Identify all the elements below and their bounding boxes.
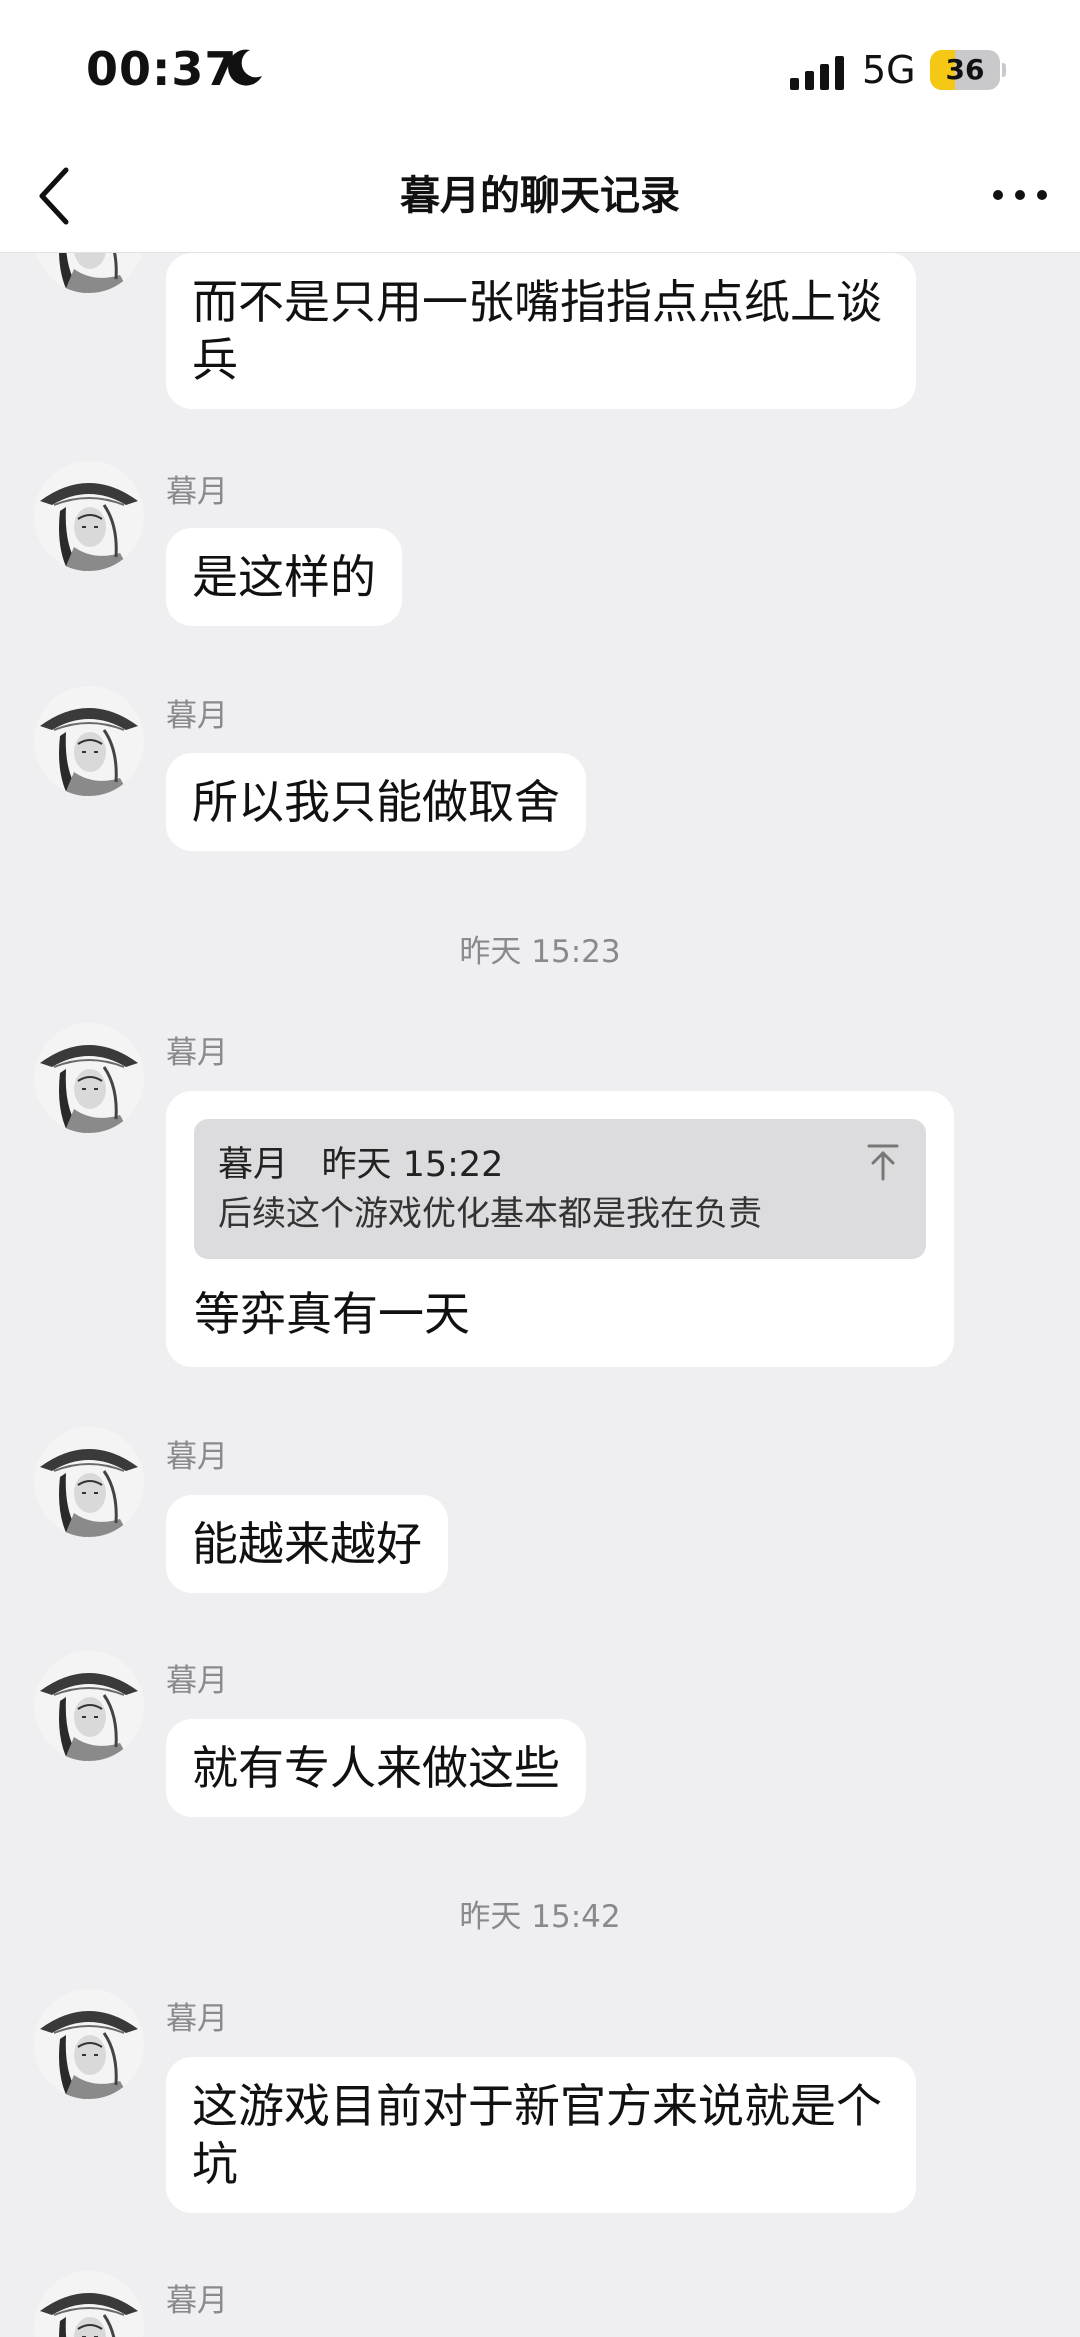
avatar[interactable] — [34, 1989, 144, 2099]
avatar[interactable] — [34, 1427, 144, 1537]
quote-header: 暮月 昨天 15:22 — [218, 1141, 900, 1189]
nav-header: 暮月的聊天记录 — [0, 140, 1080, 253]
signal-icon — [790, 56, 844, 90]
message-bubble[interactable]: 是这样的 — [166, 528, 402, 626]
sender-name: 暮月 — [166, 474, 228, 510]
avatar-image — [34, 461, 144, 571]
avatar[interactable] — [34, 1651, 144, 1761]
avatar[interactable] — [34, 253, 144, 293]
more-options-icon[interactable] — [990, 180, 1050, 210]
avatar[interactable] — [34, 686, 144, 796]
message-bubble[interactable]: 能越来越好 — [166, 1495, 448, 1593]
avatar-image — [34, 686, 144, 796]
avatar-image — [34, 1023, 144, 1133]
battery-percent: 36 — [945, 53, 985, 86]
sender-name: 暮月 — [166, 1035, 228, 1071]
message-text: 等弈真有一天 — [194, 1287, 470, 1341]
battery-indicator: 36 — [930, 50, 1006, 90]
status-bar: 00:37 5G 36 — [0, 0, 1080, 140]
message-bubble-with-quote[interactable]: 暮月 昨天 15:22 后续这个游戏优化基本都是我在负责 等弈真有一天 — [166, 1091, 954, 1367]
sender-name: 暮月 — [166, 2283, 228, 2319]
sender-name: 暮月 — [166, 698, 228, 734]
message-bubble[interactable]: 这游戏目前对于新官方来说就是个坑 — [166, 2057, 916, 2213]
message-bubble[interactable]: 所以我只能做取舍 — [166, 753, 586, 851]
chat-history[interactable]: 而不是只用一张嘴指指点点纸上谈兵 暮月 是这样的 暮月 所以我只能做取舍 昨天 … — [0, 253, 1080, 2337]
sender-name: 暮月 — [166, 1663, 228, 1699]
avatar-image — [34, 253, 144, 293]
quoted-message[interactable]: 暮月 昨天 15:22 后续这个游戏优化基本都是我在负责 — [194, 1119, 926, 1259]
quote-text: 后续这个游戏优化基本都是我在负责 — [218, 1194, 762, 1234]
sender-name: 暮月 — [166, 1439, 228, 1475]
jump-to-message-icon[interactable] — [866, 1143, 900, 1181]
avatar-image — [34, 1989, 144, 2099]
status-time: 00:37 — [86, 42, 238, 96]
message-bubble[interactable]: 而不是只用一张嘴指指点点纸上谈兵 — [166, 253, 916, 409]
avatar-image — [34, 1427, 144, 1537]
avatar[interactable] — [34, 2271, 144, 2337]
page-title: 暮月的聊天记录 — [400, 173, 680, 219]
quote-sender: 暮月 — [218, 1145, 289, 1185]
network-type: 5G — [862, 48, 916, 92]
moon-icon — [228, 49, 262, 86]
sender-name: 暮月 — [166, 2001, 228, 2037]
avatar-image — [34, 1651, 144, 1761]
back-arrow-icon[interactable] — [36, 164, 76, 228]
avatar[interactable] — [34, 1023, 144, 1133]
quote-time: 昨天 15:22 — [321, 1145, 504, 1185]
timestamp: 昨天 15:23 — [459, 934, 621, 970]
message-bubble[interactable]: 就有专人来做这些 — [166, 1719, 586, 1817]
avatar-image — [34, 2271, 144, 2337]
avatar[interactable] — [34, 461, 144, 571]
timestamp: 昨天 15:42 — [459, 1899, 621, 1935]
